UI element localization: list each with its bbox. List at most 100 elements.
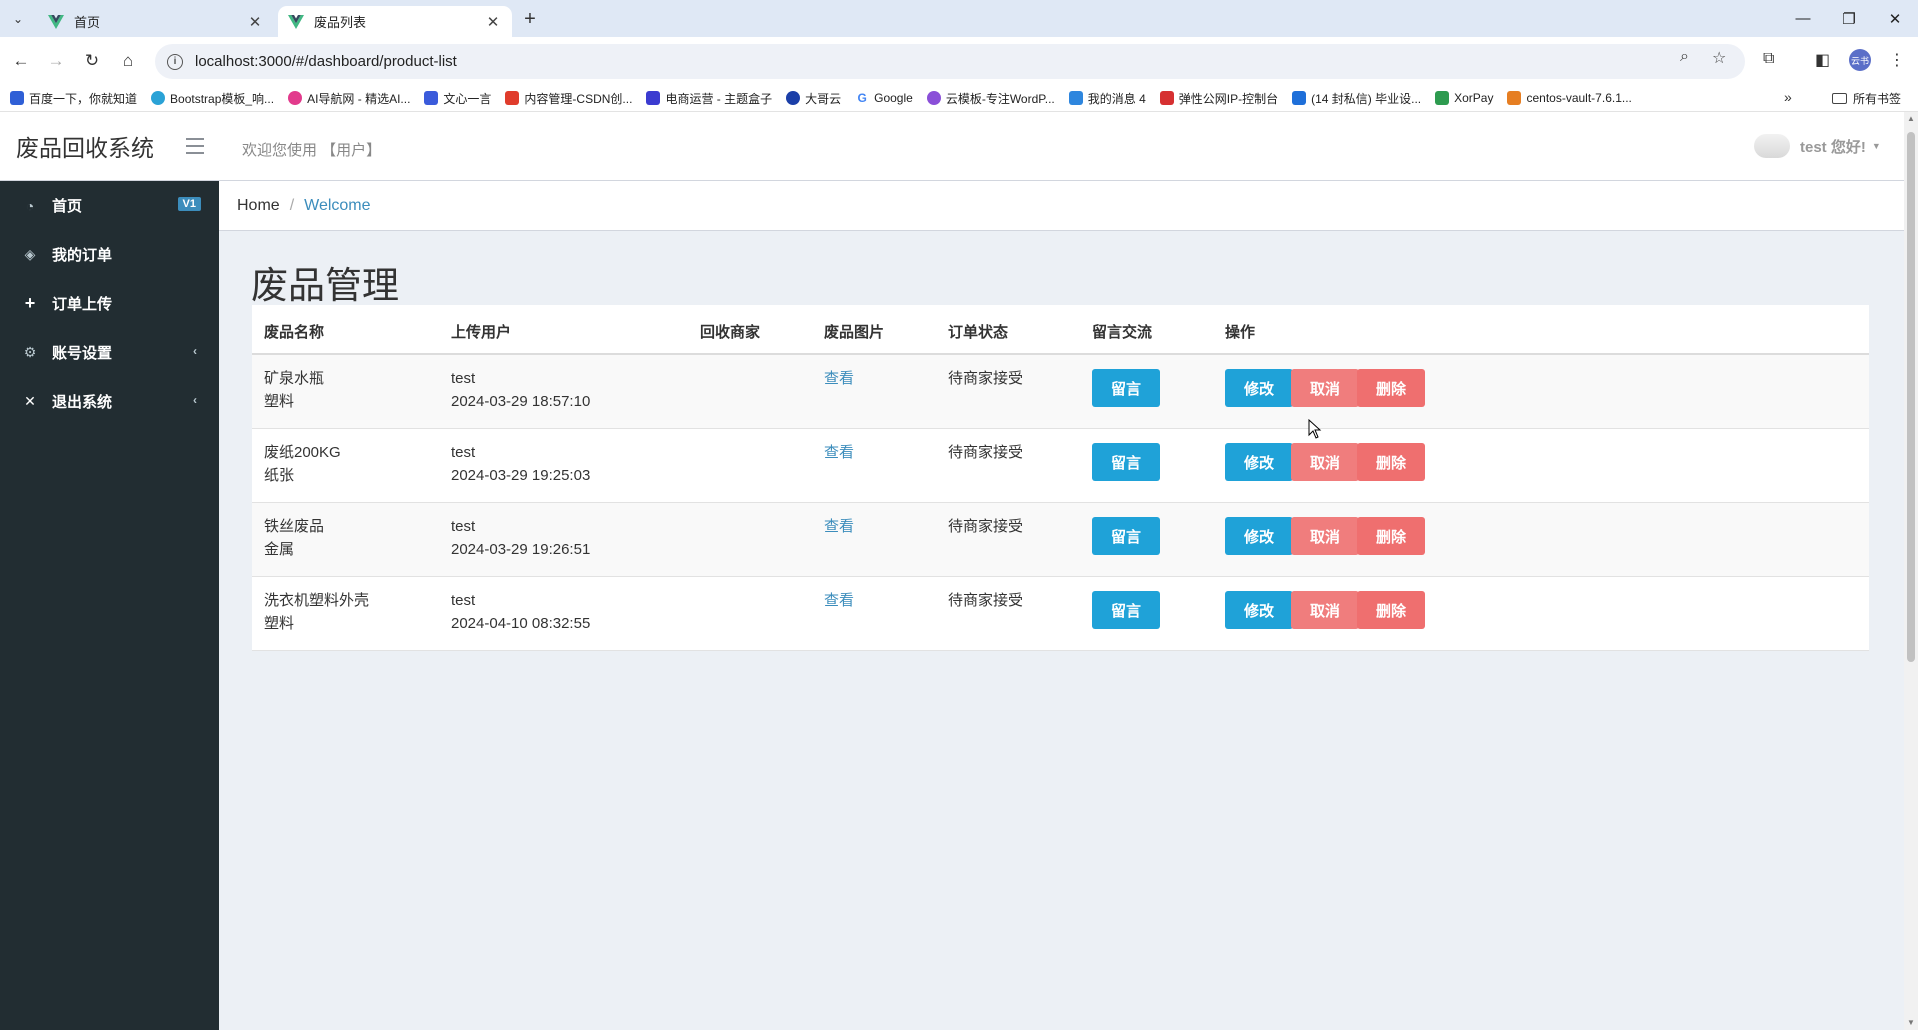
- site-info-icon[interactable]: i: [167, 53, 183, 70]
- breadcrumb-separator: /: [289, 196, 295, 214]
- sidebar-item-logout[interactable]: ✕ 退出系统 ‹: [0, 377, 219, 426]
- order-status-cell: 待商家接受: [948, 370, 1024, 387]
- sidebar-item-label: 首页: [52, 198, 83, 215]
- column-header: 上传用户: [451, 324, 512, 341]
- bookmark-favicon-icon: [1507, 91, 1522, 105]
- page-scrollbar[interactable]: ▲ ▼: [1904, 112, 1918, 1030]
- address-bar[interactable]: i localhost:3000/#/dashboard/product-lis…: [155, 44, 1745, 79]
- bookmark-favicon-icon: [424, 91, 439, 105]
- column-header: 订单状态: [948, 324, 1009, 341]
- sidebar-item-home[interactable]: ◔ 首页 V1: [0, 181, 219, 230]
- table-row: 洗衣机塑料外壳 塑料 test 2024-04-10 08:32:55 查看 待商家…: [252, 577, 1869, 651]
- edit-button[interactable]: 修改: [1225, 517, 1293, 555]
- bookmark-favicon-icon: [926, 91, 941, 105]
- product-name-cell: 洗衣机塑料外壳 塑料: [264, 592, 370, 632]
- close-window-icon[interactable]: ✕: [1872, 0, 1918, 37]
- edit-button[interactable]: 修改: [1225, 443, 1293, 481]
- sidebar-toggle-icon[interactable]: [186, 138, 204, 159]
- tab-title: 首页: [74, 15, 101, 30]
- message-button[interactable]: 留言: [1092, 591, 1160, 629]
- bookmark-item[interactable]: AI导航网 - 精选AI...: [288, 90, 410, 107]
- edit-button[interactable]: 修改: [1225, 591, 1293, 629]
- cancel-button[interactable]: 取消: [1291, 443, 1359, 481]
- reload-icon[interactable]: ↻: [80, 49, 104, 73]
- forward-arrow-icon[interactable]: →: [44, 49, 68, 73]
- message-button[interactable]: 留言: [1092, 369, 1160, 407]
- back-arrow-icon[interactable]: ←: [9, 49, 33, 73]
- bookmark-item[interactable]: 云模板-专注WordP...: [926, 90, 1055, 107]
- browser-menu-icon[interactable]: ⋮: [1889, 50, 1905, 70]
- browser-tab-product-list[interactable]: 废品列表 ✕: [278, 6, 512, 37]
- brand-title: 废品回收系统: [16, 135, 154, 161]
- scroll-down-arrow-icon[interactable]: ▼: [1907, 1018, 1915, 1027]
- upload-user-cell: test 2024-04-10 08:32:55: [451, 592, 591, 632]
- dashboard-icon: ◔: [25, 197, 35, 214]
- bookmark-favicon-icon: [151, 91, 166, 105]
- tab-close-icon[interactable]: ✕: [246, 13, 264, 31]
- gears-icon: ⚙: [23, 344, 37, 360]
- user-menu[interactable]: test 您好! ▼: [1754, 134, 1881, 158]
- bookmark-item[interactable]: 我的消息 4: [1068, 90, 1146, 107]
- delete-button[interactable]: 删除: [1357, 591, 1425, 629]
- sidebar: ◔ 首页 V1 ◈ 我的订单 + 订单上传 ⚙ 账号设置 ‹ ✕ 退出系统 ‹: [0, 181, 219, 1030]
- bookmark-item[interactable]: 弹性公网IP-控制台: [1159, 90, 1278, 107]
- minimize-window-icon[interactable]: —: [1780, 0, 1826, 37]
- message-button[interactable]: 留言: [1092, 443, 1160, 481]
- message-button[interactable]: 留言: [1092, 517, 1160, 555]
- zoom-icon[interactable]: ⌕: [1680, 48, 1689, 66]
- sidebar-item-label: 我的订单: [52, 247, 113, 264]
- bookmark-item[interactable]: 内容管理-CSDN创...: [505, 90, 632, 107]
- new-tab-plus-icon[interactable]: +: [518, 7, 542, 31]
- column-header: 留言交流: [1092, 324, 1153, 341]
- order-status-cell: 待商家接受: [948, 444, 1024, 461]
- view-image-link[interactable]: 查看: [824, 441, 854, 464]
- bookmark-item[interactable]: G Google: [855, 91, 913, 105]
- sidebar-item-account-settings[interactable]: ⚙ 账号设置 ‹: [0, 328, 219, 377]
- bookmark-item[interactable]: Bootstrap模板_响...: [151, 90, 274, 107]
- home-icon[interactable]: ⌂: [116, 49, 140, 73]
- bookmark-item[interactable]: 文心一言: [424, 90, 491, 107]
- browser-tabstrip: ⌄ 首页 ✕ 废品列表 ✕ + — ❐ ✕: [0, 0, 1918, 37]
- bookmarks-overflow-icon[interactable]: »: [1784, 89, 1792, 105]
- view-image-link[interactable]: 查看: [824, 589, 854, 612]
- view-image-link[interactable]: 查看: [824, 367, 854, 390]
- profile-avatar[interactable]: 云书: [1849, 49, 1871, 71]
- delete-button[interactable]: 删除: [1357, 369, 1425, 407]
- cancel-button[interactable]: 取消: [1291, 517, 1359, 555]
- tab-search-chevron-icon[interactable]: ⌄: [6, 7, 30, 31]
- vue-logo-icon: [48, 14, 64, 29]
- app-header: 废品回收系统 欢迎您使用 【用户】 test 您好! ▼: [0, 112, 1904, 181]
- extensions-icon[interactable]: ⧉: [1763, 50, 1774, 68]
- bookmark-star-icon[interactable]: ☆: [1712, 48, 1726, 68]
- all-bookmarks-button[interactable]: 所有书签: [1832, 90, 1901, 107]
- browser-tab-home[interactable]: 首页 ✕: [38, 6, 274, 37]
- order-status-cell: 待商家接受: [948, 592, 1024, 609]
- sidebar-item-my-orders[interactable]: ◈ 我的订单: [0, 230, 219, 279]
- tab-close-icon[interactable]: ✕: [484, 13, 502, 31]
- delete-button[interactable]: 删除: [1357, 443, 1425, 481]
- breadcrumb-home[interactable]: Home: [237, 197, 280, 215]
- bookmark-item[interactable]: XorPay: [1435, 91, 1493, 105]
- side-panel-icon[interactable]: ◧: [1815, 50, 1830, 70]
- cancel-button[interactable]: 取消: [1291, 369, 1359, 407]
- breadcrumb-current[interactable]: Welcome: [304, 197, 370, 215]
- edit-button[interactable]: 修改: [1225, 369, 1293, 407]
- cancel-button[interactable]: 取消: [1291, 591, 1359, 629]
- bookmark-item[interactable]: centos-vault-7.6.1...: [1507, 91, 1632, 105]
- restore-window-icon[interactable]: ❐: [1826, 0, 1872, 37]
- bookmark-favicon-icon: [1292, 91, 1307, 105]
- scrollbar-thumb[interactable]: [1907, 132, 1915, 662]
- bookmark-item[interactable]: 百度一下，你就知道: [10, 90, 137, 107]
- bookmark-item[interactable]: (14 封私信) 毕业设...: [1292, 90, 1421, 107]
- view-image-link[interactable]: 查看: [824, 515, 854, 538]
- delete-button[interactable]: 删除: [1357, 517, 1425, 555]
- cube-icon: ◈: [24, 246, 36, 262]
- product-name-cell: 废纸200KG 纸张: [264, 444, 341, 484]
- bookmark-item[interactable]: 电商运营 - 主题盒子: [646, 90, 772, 107]
- upload-user-cell: test 2024-03-29 19:25:03: [451, 444, 591, 484]
- bookmark-favicon-icon: [10, 91, 24, 105]
- user-avatar: [1754, 134, 1790, 158]
- bookmark-item[interactable]: 大哥云: [786, 90, 841, 107]
- sidebar-item-order-upload[interactable]: + 订单上传: [0, 279, 219, 328]
- scroll-up-arrow-icon[interactable]: ▲: [1907, 114, 1915, 123]
